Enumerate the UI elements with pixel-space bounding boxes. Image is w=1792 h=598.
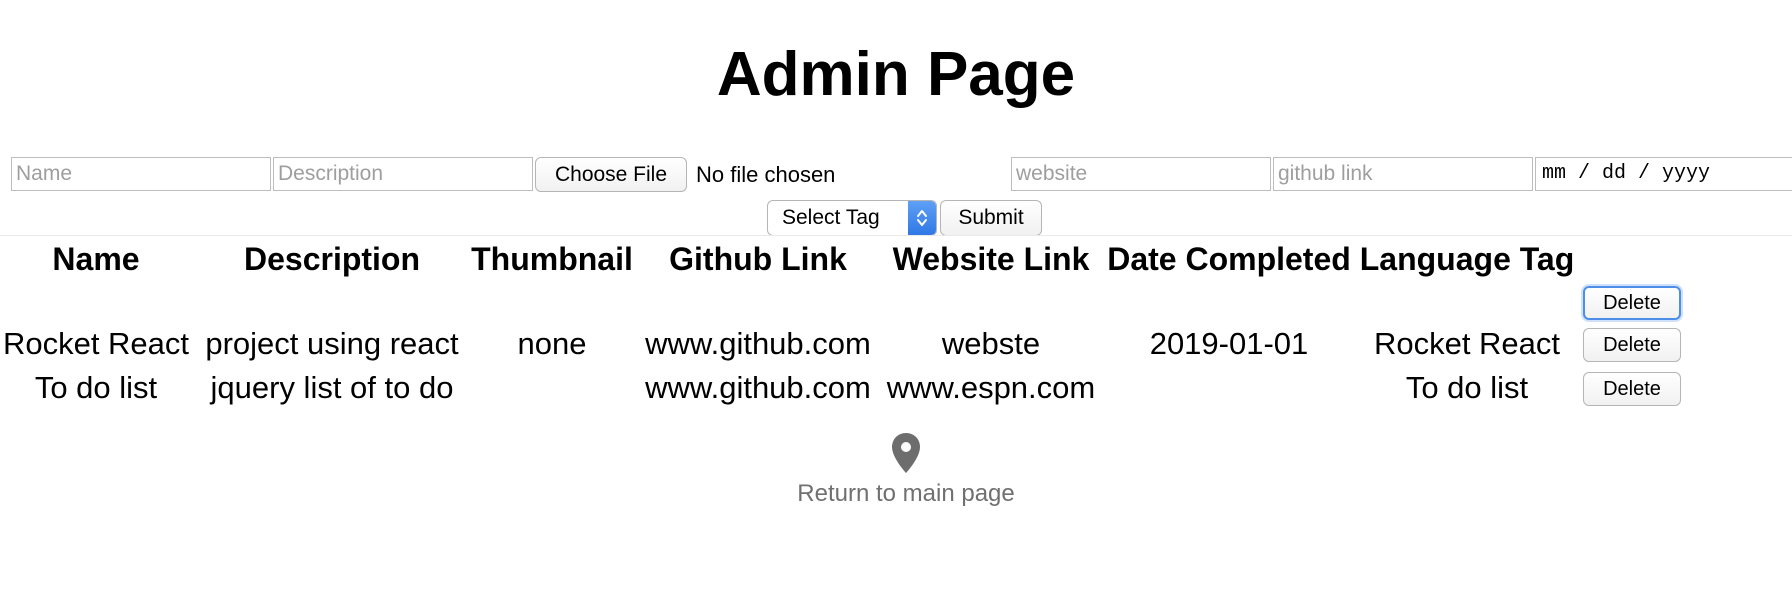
cell-language-tag: To do list — [1405, 370, 1529, 405]
header-description: Description — [243, 241, 421, 277]
header-github-link: Github Link — [669, 241, 847, 277]
file-status-text: No file chosen — [696, 162, 836, 187]
return-link-label: Return to main page — [797, 480, 1015, 507]
cell-github-link: www.github.com — [645, 370, 871, 405]
cell-thumbnail — [468, 366, 636, 410]
cell-name: Rocket React — [2, 326, 190, 361]
tag-select[interactable]: Select Tag — [767, 200, 937, 236]
delete-button[interactable]: Delete — [1583, 372, 1681, 406]
select-arrows-icon — [908, 201, 936, 235]
cell-date-completed: 2019-01-01 — [1149, 326, 1309, 361]
header-name: Name — [52, 241, 140, 277]
website-input[interactable] — [1011, 157, 1271, 191]
delete-button[interactable]: Delete — [1583, 328, 1681, 362]
header-website-link: Website Link — [892, 241, 1090, 277]
cell-github-link: www.github.com — [645, 326, 871, 361]
cell-website-link: www.espn.com — [886, 370, 1096, 405]
return-to-main-link[interactable]: Return to main page — [796, 432, 1016, 508]
description-input[interactable] — [273, 157, 533, 191]
delete-button[interactable]: Delete — [1583, 286, 1681, 320]
cell-date-completed — [1106, 366, 1352, 410]
cell-thumbnail: none — [517, 326, 587, 361]
divider — [0, 235, 1792, 236]
cell-language-tag: Rocket React — [1373, 326, 1561, 361]
header-date-completed: Date Completed — [1107, 241, 1351, 277]
page-title: Admin Page — [716, 40, 1076, 109]
map-pin-icon — [892, 433, 920, 473]
tag-select-label: Select Tag — [782, 206, 880, 229]
cell-name: To do list — [34, 370, 158, 405]
cell-website-link: webste — [941, 326, 1041, 361]
choose-file-button[interactable]: Choose File — [535, 157, 687, 192]
github-link-input[interactable] — [1273, 157, 1533, 191]
name-input[interactable] — [11, 157, 271, 191]
cell-description: project using react — [205, 326, 459, 361]
cell-description: jquery list of to do — [210, 370, 454, 405]
header-thumbnail: Thumbnail — [471, 241, 633, 277]
header-language-tag: Language Tag — [1359, 241, 1575, 277]
submit-button[interactable]: Submit — [940, 200, 1042, 236]
date-completed-input[interactable]: mm / dd / yyyy — [1535, 157, 1792, 191]
